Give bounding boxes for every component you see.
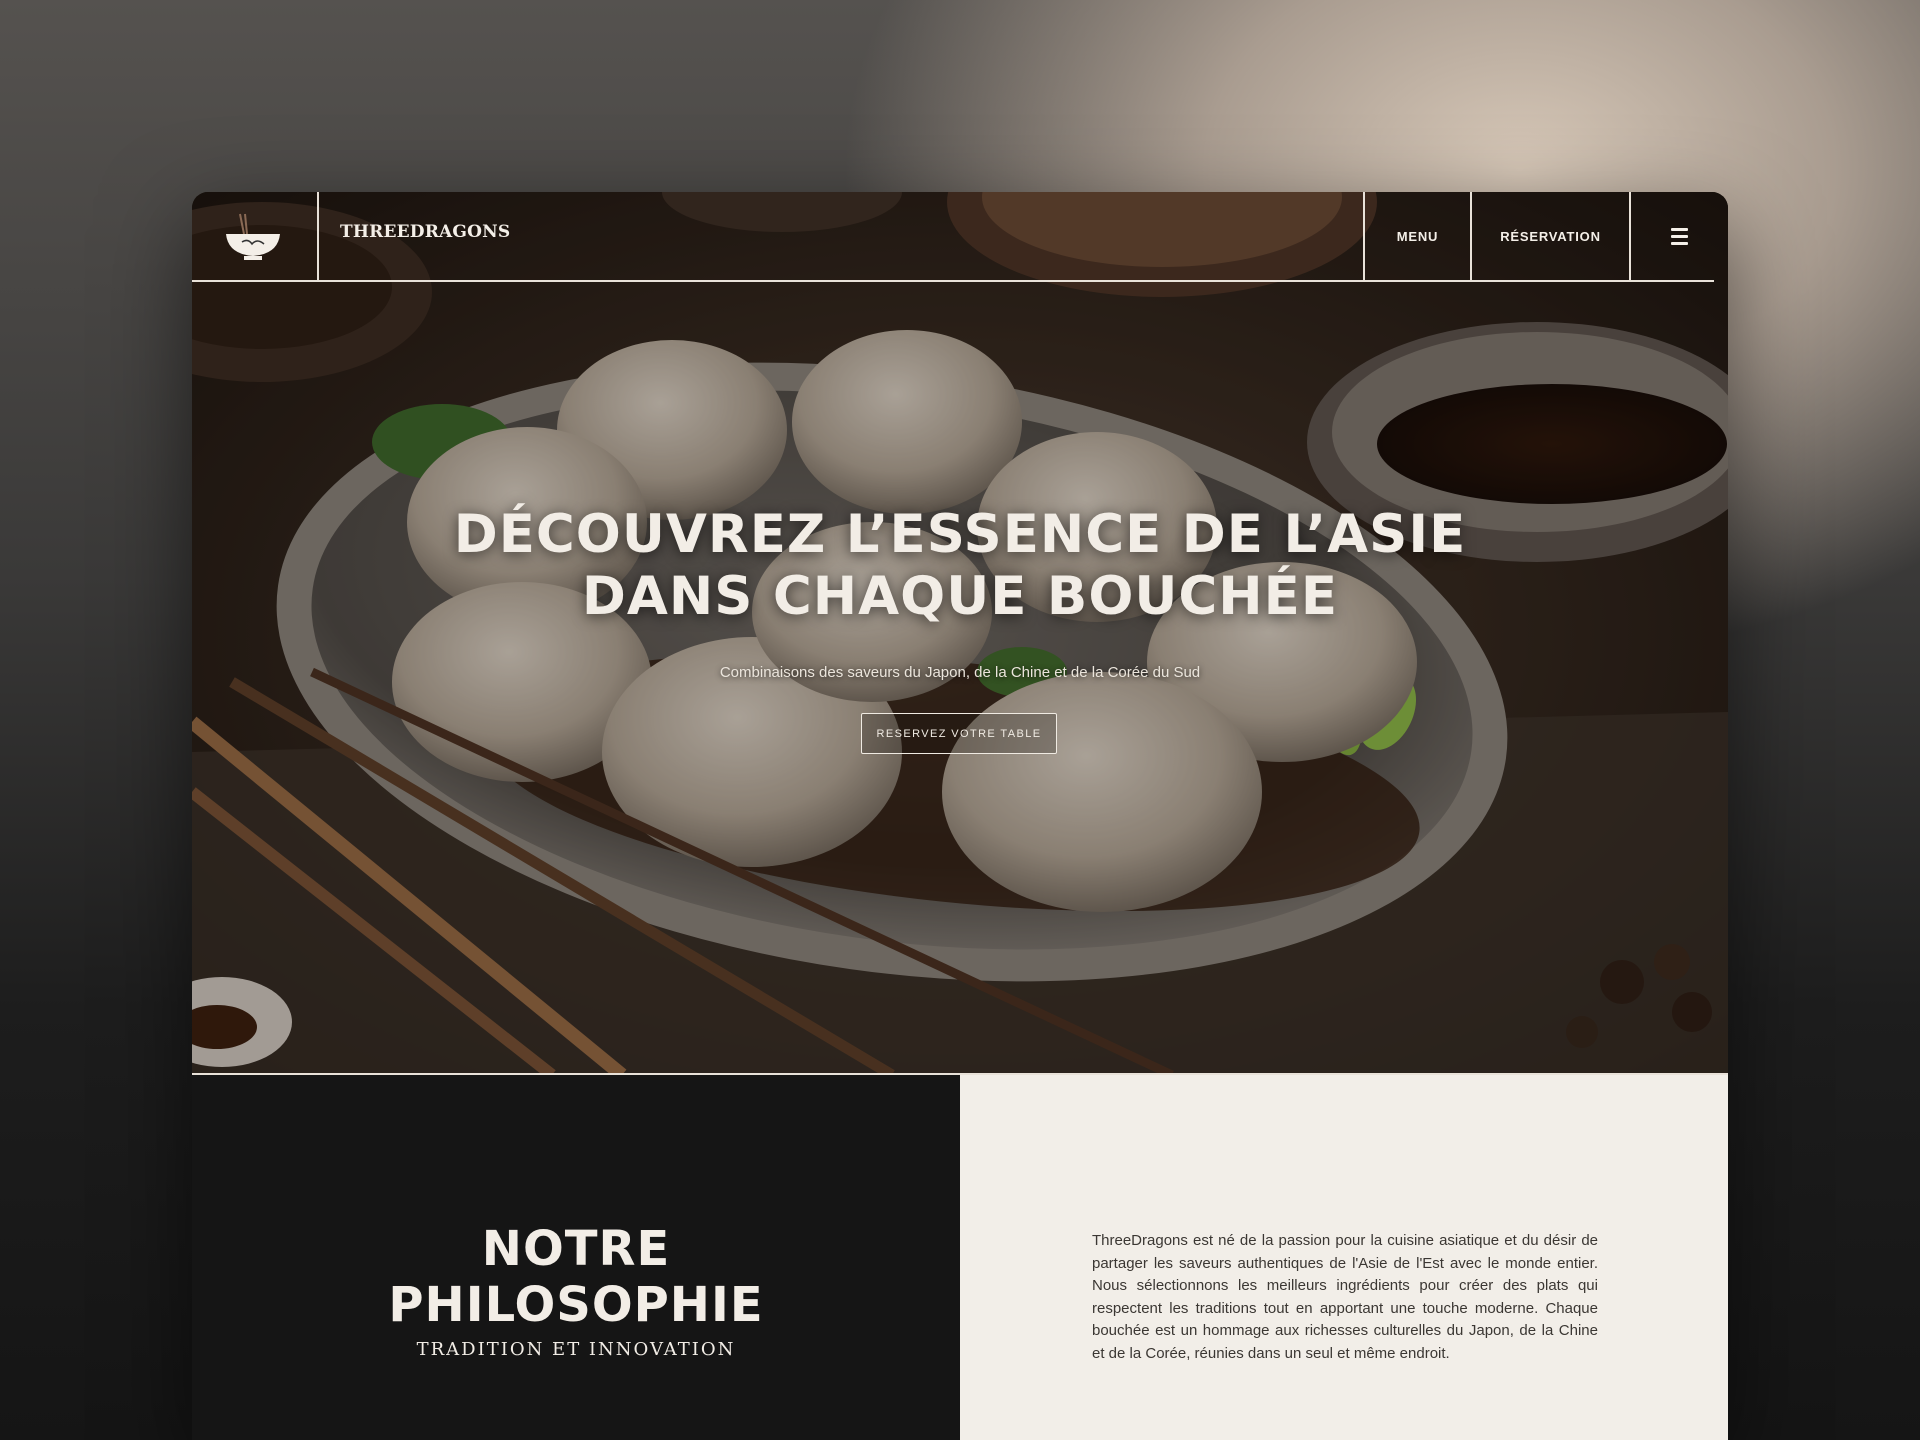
hero-title-line-1: DÉCOUVREZ L’ESSENCE DE L’ASIE: [453, 504, 1467, 565]
philosophy-title-line-1: NOTRE: [481, 1221, 671, 1277]
logo-link[interactable]: [192, 192, 319, 280]
philosophy-title-line-2: PHILOSOPHIE: [388, 1277, 764, 1333]
nav-menu-link[interactable]: MENU: [1363, 192, 1470, 280]
philosophy-body: ThreeDragons est né de la passion pour l…: [1092, 1232, 1598, 1362]
brand-name[interactable]: THREEDRAGONS: [340, 222, 510, 242]
main-nav: MENU RÉSERVATION: [1363, 192, 1728, 280]
reserve-table-button[interactable]: RESERVEZ VOTRE TABLE: [861, 713, 1057, 754]
hero-subtitle: Combinaisons des saveurs du Japon, de la…: [719, 664, 1201, 681]
philosophy-title-panel: NOTRE PHILOSOPHIE TRADITION ET INNOVATIO…: [192, 1075, 960, 1440]
hero-overlay: [192, 192, 1728, 1075]
hero-title: DÉCOUVREZ L’ESSENCE DE L’ASIE DANS CHAQU…: [192, 504, 1728, 628]
hero-section: THREEDRAGONS MENU RÉSERVATION DÉCOUVREZ …: [192, 192, 1728, 1075]
header-divider: [192, 280, 1714, 282]
philosophy-text-panel: ThreeDragons est né de la passion pour l…: [960, 1075, 1728, 1440]
hamburger-icon: [1671, 227, 1688, 245]
nav-reservation-link[interactable]: RÉSERVATION: [1470, 192, 1629, 280]
hamburger-button[interactable]: [1629, 192, 1728, 280]
noodle-bowl-logo: [226, 213, 280, 260]
philosophy-title: NOTRE PHILOSOPHIE: [192, 1221, 960, 1333]
hero-title-line-2: DANS CHAQUE BOUCHÉE: [581, 566, 1339, 627]
philosophy-subtitle: TRADITION ET INNOVATION: [416, 1339, 736, 1360]
website-frame: THREEDRAGONS MENU RÉSERVATION DÉCOUVREZ …: [192, 192, 1728, 1440]
